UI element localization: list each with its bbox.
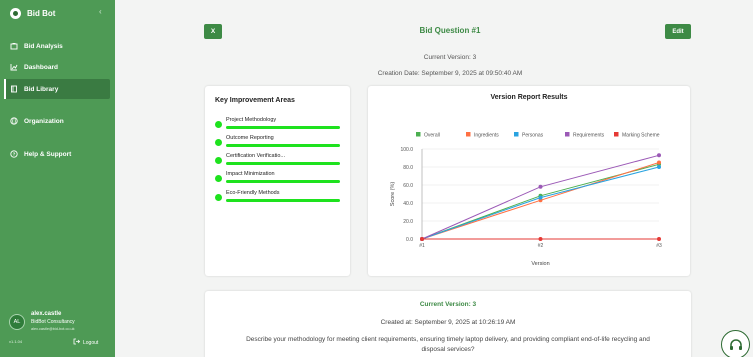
logout-icon <box>73 338 81 347</box>
legend-label: Overall <box>424 133 440 139</box>
data-point <box>657 153 661 158</box>
legend-swatch <box>416 132 421 137</box>
improvement-progress-bar <box>226 144 340 147</box>
creation-date: Creation Date: September 9, 2025 at 09:5… <box>377 70 523 77</box>
y-tick-label: 40.0 <box>403 201 413 207</box>
status-dot-icon <box>215 121 222 128</box>
brand-name: Bid Bot <box>27 9 56 18</box>
sidebar-item-bid-library[interactable]: Bid Library <box>4 79 110 99</box>
logout-button[interactable]: Logout <box>73 338 98 347</box>
x-axis-label: Version <box>531 261 549 267</box>
improvement-item: Eco-Friendly Methods <box>215 190 345 206</box>
x-tick-label: #3 <box>656 243 662 249</box>
data-point <box>657 237 661 241</box>
gavel-icon <box>10 42 18 50</box>
y-tick-label: 60.0 <box>403 183 413 189</box>
sidebar-item-label: Bid Analysis <box>24 42 63 50</box>
improvement-label: Eco-Friendly Methods <box>226 190 280 196</box>
status-dot-icon <box>215 175 222 182</box>
improvement-progress-bar <box>226 126 340 129</box>
data-point <box>538 184 543 189</box>
collapse-sidebar-icon[interactable]: ‹ <box>99 7 102 16</box>
data-point <box>420 237 424 241</box>
bid-question-text: Describe your methodology for meeting cl… <box>246 336 650 353</box>
sidebar-item-label: Help & Support <box>24 150 72 158</box>
legend-label: Marking Scheme <box>622 133 660 139</box>
legend-swatch <box>514 132 519 137</box>
globe-icon <box>10 117 18 125</box>
x-tick-label: #2 <box>538 243 544 249</box>
svg-text:?: ? <box>13 152 16 157</box>
sidebar-item-dashboard[interactable]: Dashboard <box>4 57 110 77</box>
brand[interactable]: Bid Bot <box>10 8 55 19</box>
close-button[interactable]: X <box>204 24 222 39</box>
sidebar-item-label: Dashboard <box>24 63 58 71</box>
data-point <box>538 237 543 241</box>
y-axis-label: Score (%) <box>390 182 396 207</box>
question-icon: ? <box>10 150 18 158</box>
improvement-label: Impact Minimization <box>226 171 275 177</box>
improvement-label: Certification Verificatio... <box>226 153 285 159</box>
y-tick-label: 100.0 <box>400 147 413 153</box>
avatar: AL <box>9 314 25 330</box>
version-detail-card: Current Version: 3 Created at: September… <box>205 291 691 357</box>
legend-label: Requirements <box>573 133 605 139</box>
improvement-item: Certification Verificatio... <box>215 153 345 169</box>
improvement-label: Outcome Reporting <box>226 135 274 141</box>
improvement-item: Impact Minimization <box>215 171 345 187</box>
sidebar: Bid Bot ‹ Bid Analysis Dashboard Bid Lib… <box>0 0 115 357</box>
improvement-progress-bar <box>226 162 340 165</box>
user-organization: BidBot Consultancy <box>31 319 75 325</box>
book-icon <box>10 85 18 93</box>
legend-label: Personas <box>522 133 544 139</box>
sidebar-item-organization[interactable]: Organization <box>4 111 110 131</box>
y-tick-label: 20.0 <box>403 219 413 225</box>
bot-logo-icon <box>10 8 21 19</box>
status-dot-icon <box>215 157 222 164</box>
sidebar-item-label: Bid Library <box>24 85 59 93</box>
chart-icon <box>10 63 18 71</box>
detail-created-at: Created at: September 9, 2025 at 10:26:1… <box>380 319 516 326</box>
detail-current-version: Current Version: 3 <box>419 301 477 308</box>
improvement-progress-bar <box>226 199 340 202</box>
legend-swatch <box>614 132 619 137</box>
x-tick-label: #1 <box>419 243 425 249</box>
version-report-chart: Overall Ingredients Personas Requirements Ma… <box>390 132 662 267</box>
user-name: alex.castle <box>31 311 62 317</box>
status-dot-icon <box>215 139 222 146</box>
legend-label: Ingredients <box>474 133 499 139</box>
sidebar-item-help-support[interactable]: ? Help & Support <box>4 144 110 164</box>
logout-label: Logout <box>83 339 99 346</box>
version-report-card: Version Report Results Overall Ingredient… <box>368 86 690 276</box>
edit-button[interactable]: Edit <box>665 24 691 39</box>
y-tick-label: 80.0 <box>403 165 413 171</box>
help-chat-button[interactable] <box>721 330 750 357</box>
user-email: alex.castle@bid-bot.co.uk <box>31 327 75 331</box>
improvement-item: Outcome Reporting <box>215 135 345 151</box>
legend-swatch <box>466 132 471 137</box>
improvement-areas-card: Key Improvement Areas Project Methodolog… <box>205 86 350 276</box>
status-dot-icon <box>215 194 222 201</box>
improvement-areas-title: Key Improvement Areas <box>215 97 295 104</box>
improvement-label: Project Methodology <box>226 117 277 123</box>
data-point <box>657 165 661 169</box>
improvement-item: Project Methodology <box>215 117 345 133</box>
headset-icon <box>729 338 742 350</box>
sidebar-item-bid-analysis[interactable]: Bid Analysis <box>4 36 110 56</box>
legend-swatch <box>565 132 570 137</box>
sidebar-item-label: Organization <box>24 117 64 125</box>
data-point <box>657 160 661 165</box>
data-point <box>538 195 543 200</box>
y-tick-label: 0.0 <box>406 237 413 243</box>
user-profile[interactable]: AL alex.castle BidBot Consultancy alex.c… <box>9 311 75 331</box>
app-version: v1.1.04 <box>9 339 23 344</box>
current-version: Current Version: 3 <box>423 54 477 61</box>
improvement-progress-bar <box>226 180 340 183</box>
page-title: Bid Question #1 <box>419 26 481 35</box>
